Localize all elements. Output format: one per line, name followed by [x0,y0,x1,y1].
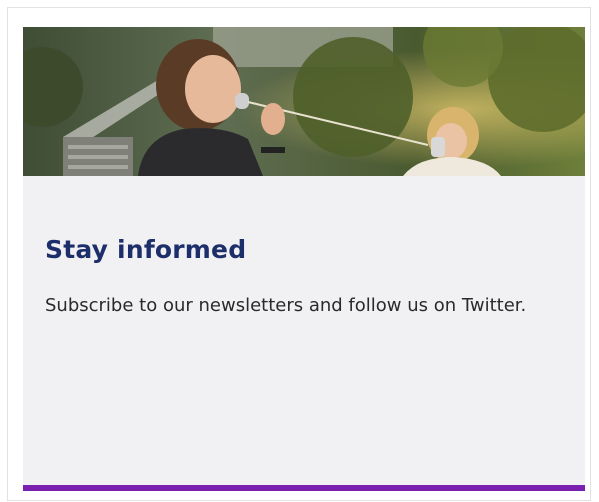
card-title[interactable]: Stay informed [45,235,246,264]
hero-image [23,27,585,176]
accent-bar [23,485,585,491]
stay-informed-card[interactable]: Stay informed Subscribe to our newslette… [23,27,585,491]
card-description: Subscribe to our newsletters and follow … [45,295,527,316]
